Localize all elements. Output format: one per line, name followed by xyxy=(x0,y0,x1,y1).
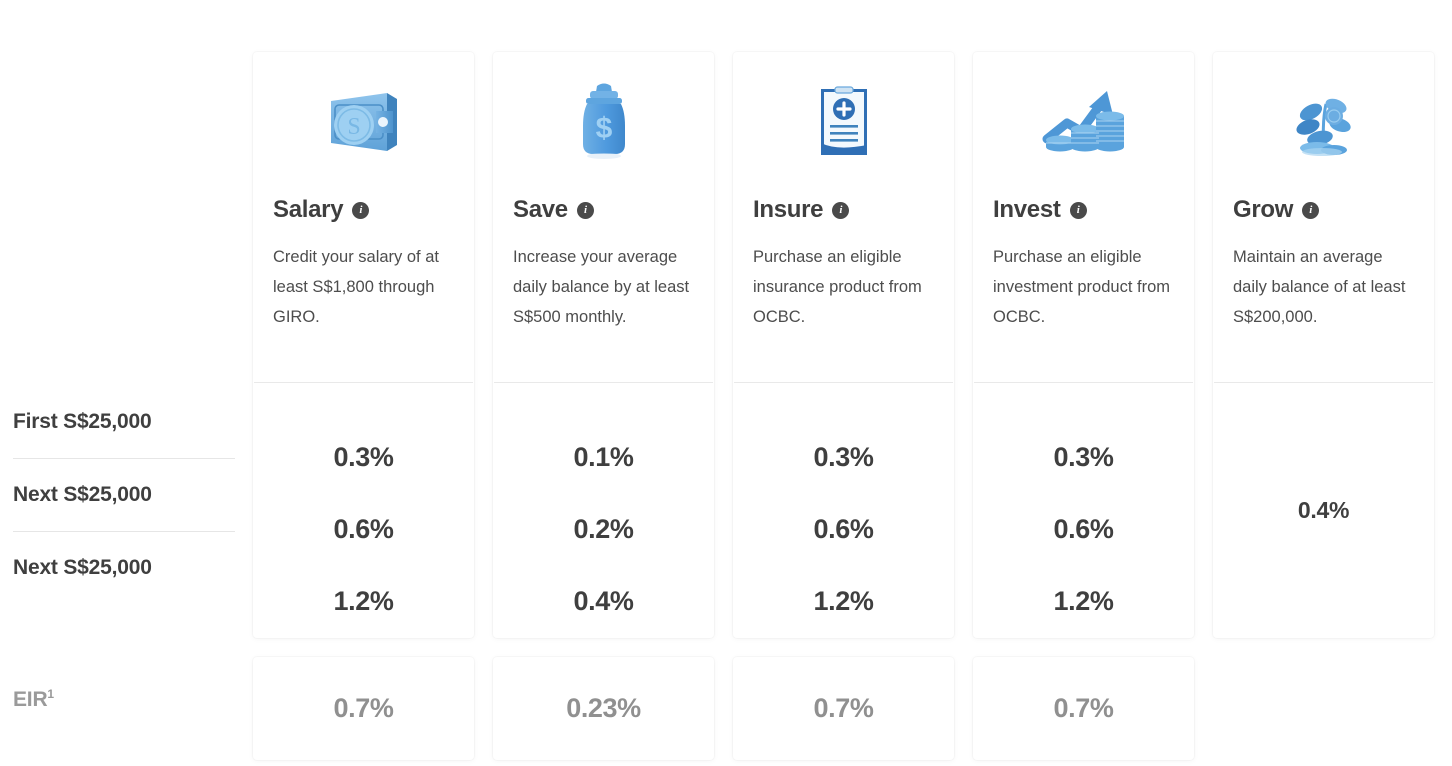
rate-cell: 0.6% xyxy=(333,513,394,544)
rate-cell: 1.2% xyxy=(813,585,874,616)
rate-list-save: 0.1% 0.2% 0.4% xyxy=(493,383,714,638)
category-card-salary[interactable]: S Salary i Credit your salary of at leas… xyxy=(253,52,474,638)
info-icon[interactable]: i xyxy=(832,201,850,219)
savings-jar-icon: $ xyxy=(513,52,694,192)
eir-card-salary: 0.7% xyxy=(253,657,474,760)
rate-list-grow: 0.4% xyxy=(1213,383,1434,638)
eir-row-label: EIR1 xyxy=(13,688,54,712)
info-icon[interactable]: i xyxy=(1302,201,1320,219)
eir-text: EIR xyxy=(13,688,48,711)
eir-card-insure: 0.7% xyxy=(733,657,954,760)
info-icon[interactable]: i xyxy=(352,201,370,219)
card-title-grow: Grow i xyxy=(1233,196,1320,224)
info-icon[interactable]: i xyxy=(576,201,594,219)
category-card-save[interactable]: $ Save i Increase your average daily bal… xyxy=(493,52,714,638)
category-column-save: $ Save i Increase your average daily bal… xyxy=(493,52,714,760)
card-header-salary: S Salary i Credit your salary of at leas… xyxy=(253,52,474,382)
card-title-salary: Salary i xyxy=(273,196,370,224)
rate-cell: 1.2% xyxy=(333,585,394,616)
card-header-invest: Invest i Purchase an eligible investment… xyxy=(973,52,1194,382)
rate-cell: 0.6% xyxy=(1053,513,1114,544)
rate-cell: 1.2% xyxy=(1053,585,1114,616)
card-title-invest: Invest i xyxy=(993,196,1087,224)
tier-label-row: Next S$25,000 xyxy=(13,483,152,506)
category-card-insure[interactable]: Insure i Purchase an eligible insurance … xyxy=(733,52,954,638)
eir-card-grow xyxy=(1213,657,1434,760)
card-description: Increase your average daily balance by a… xyxy=(513,248,690,326)
info-icon[interactable]: i xyxy=(1069,201,1087,219)
card-description: Purchase an eligible insurance product f… xyxy=(753,248,922,326)
rate-cell: 0.3% xyxy=(813,441,874,472)
svg-text:$: $ xyxy=(595,112,612,145)
eir-footnote-marker: 1 xyxy=(47,687,54,701)
category-card-grow[interactable]: Grow i Maintain an average daily balance… xyxy=(1213,52,1434,638)
rate-list-insure: 0.3% 0.6% 1.2% xyxy=(733,383,954,638)
insurance-document-icon xyxy=(753,52,934,192)
card-title-text: Salary xyxy=(273,196,344,223)
category-column-invest: Invest i Purchase an eligible investment… xyxy=(973,52,1194,760)
card-description: Maintain an average daily balance of at … xyxy=(1233,248,1406,326)
rate-cell: 0.2% xyxy=(573,513,634,544)
category-card-invest[interactable]: Invest i Purchase an eligible investment… xyxy=(973,52,1194,638)
card-title-insure: Insure i xyxy=(753,196,850,224)
rate-list-invest: 0.3% 0.6% 1.2% xyxy=(973,383,1194,638)
money-plant-icon xyxy=(1233,52,1414,192)
eir-card-save: 0.23% xyxy=(493,657,714,760)
category-column-salary: S Salary i Credit your salary of at leas… xyxy=(253,52,474,760)
tier-label-row: First S$25,000 xyxy=(13,410,152,433)
eir-card-invest: 0.7% xyxy=(973,657,1194,760)
card-title-text: Save xyxy=(513,196,568,223)
card-header-insure: Insure i Purchase an eligible insurance … xyxy=(733,52,954,382)
card-description: Credit your salary of at least S$1,800 t… xyxy=(273,248,439,326)
tier-label-row: Next S$25,000 xyxy=(13,556,152,579)
category-column-grow: Grow i Maintain an average daily balance… xyxy=(1213,52,1434,760)
rate-cell: 0.4% xyxy=(1297,497,1350,523)
rate-cell: 0.6% xyxy=(813,513,874,544)
svg-text:S: S xyxy=(347,114,360,140)
wallet-icon: S xyxy=(273,52,454,192)
growth-chart-coins-icon xyxy=(993,52,1174,192)
card-title-save: Save i xyxy=(513,196,594,224)
rate-list-salary: 0.3% 0.6% 1.2% xyxy=(253,383,474,638)
rate-cell: 0.4% xyxy=(573,585,634,616)
card-title-text: Invest xyxy=(993,196,1061,223)
rate-cell: 0.1% xyxy=(573,441,634,472)
rate-cell: 0.3% xyxy=(1053,441,1114,472)
card-title-text: Grow xyxy=(1233,196,1294,223)
card-header-grow: Grow i Maintain an average daily balance… xyxy=(1213,52,1434,382)
interest-rate-table: First S$25,000 Next S$25,000 Next S$25,0… xyxy=(0,0,1452,766)
card-title-text: Insure xyxy=(753,196,824,223)
category-card-grid: S Salary i Credit your salary of at leas… xyxy=(253,52,1434,760)
card-description: Purchase an eligible investment product … xyxy=(993,248,1170,326)
card-header-save: $ Save i Increase your average daily bal… xyxy=(493,52,714,382)
tier-label-column: First S$25,000 Next S$25,000 Next S$25,0… xyxy=(13,386,235,604)
category-column-insure: Insure i Purchase an eligible insurance … xyxy=(733,52,954,760)
rate-cell: 0.3% xyxy=(333,441,394,472)
